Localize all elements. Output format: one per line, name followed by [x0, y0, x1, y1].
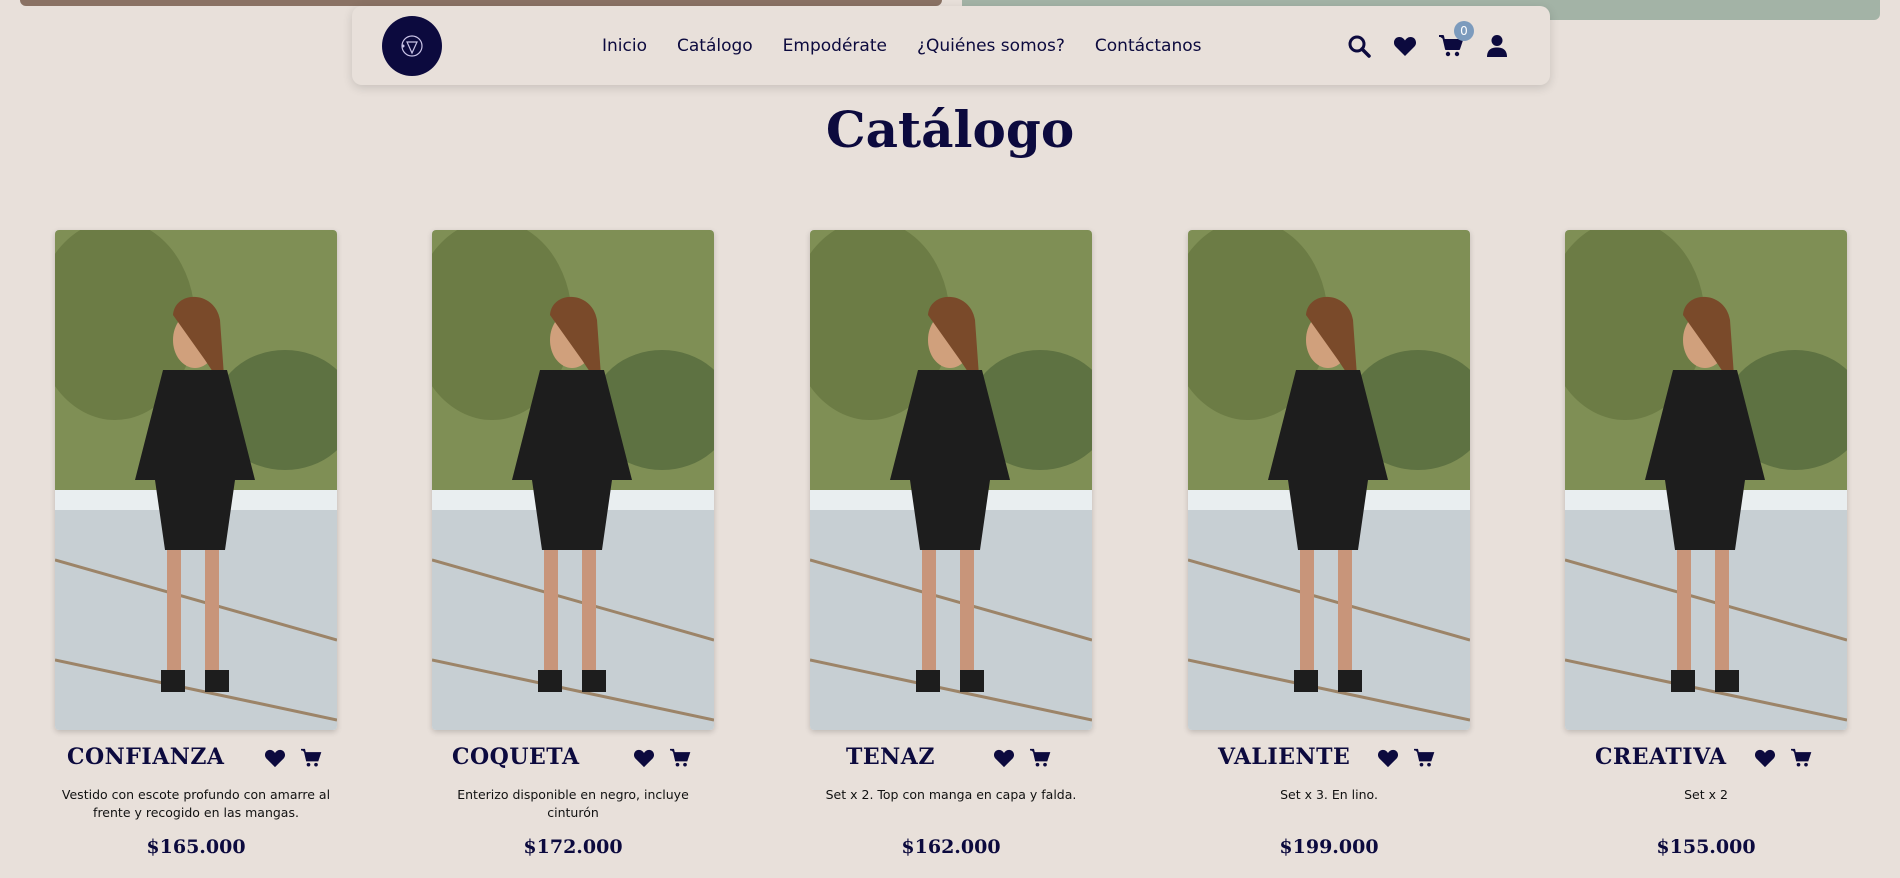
nav-link-empoderate[interactable]: Empodérate — [783, 36, 887, 56]
product-actions — [1376, 746, 1436, 770]
navbar: Inicio Catálogo Empodérate ¿Quiénes somo… — [352, 6, 1550, 85]
product-image[interactable] — [1188, 230, 1470, 730]
cart-icon[interactable] — [299, 746, 323, 770]
product-grid: CONFIANZA Vestido con escote profundo co… — [55, 230, 1847, 870]
product-image[interactable] — [432, 230, 714, 730]
product-image[interactable] — [1565, 230, 1847, 730]
nav-icons: 0 — [1346, 6, 1510, 85]
heart-icon[interactable] — [1753, 746, 1777, 770]
heart-icon[interactable] — [632, 746, 656, 770]
product-description: Set x 2 — [1684, 787, 1728, 802]
product-card: CREATIVA Set x 2 $155.000 — [1565, 230, 1847, 870]
product-price: $199.000 — [1279, 836, 1379, 858]
cart-icon[interactable] — [1028, 746, 1052, 770]
product-card: CONFIANZA Vestido con escote profundo co… — [55, 230, 337, 870]
nav-link-inicio[interactable]: Inicio — [602, 36, 647, 56]
product-name[interactable]: TENAZ — [846, 744, 935, 770]
product-price: $172.000 — [523, 836, 623, 858]
product-price: $155.000 — [1656, 836, 1756, 858]
product-card: VALIENTE Set x 3. En lino. $199.000 — [1188, 230, 1470, 870]
product-actions — [263, 746, 323, 770]
heart-icon[interactable] — [1376, 746, 1400, 770]
product-description: Vestido con escote profundo con amarre a… — [61, 787, 331, 820]
product-description: Set x 2. Top con manga en capa y falda. — [825, 787, 1077, 802]
product-card: COQUETA Enterizo disponible en negro, in… — [432, 230, 714, 870]
product-actions — [1753, 746, 1813, 770]
cart-count-badge: 0 — [1454, 20, 1474, 41]
nav-link-quienes-somos[interactable]: ¿Quiénes somos? — [917, 36, 1065, 56]
cart-icon[interactable]: 0 — [1438, 20, 1474, 59]
product-description: Set x 3. En lino. — [1280, 787, 1378, 802]
product-card: TENAZ Set x 2. Top con manga en capa y f… — [810, 230, 1092, 870]
heart-icon[interactable] — [1392, 33, 1418, 59]
main-nav: Inicio Catálogo Empodérate ¿Quiénes somo… — [602, 6, 1232, 85]
cart-icon[interactable] — [1412, 746, 1436, 770]
heart-icon[interactable] — [992, 746, 1016, 770]
product-actions — [632, 746, 692, 770]
cart-icon[interactable] — [1789, 746, 1813, 770]
product-actions — [992, 746, 1052, 770]
product-name[interactable]: CONFIANZA — [67, 744, 225, 770]
product-name[interactable]: VALIENTE — [1218, 744, 1350, 770]
logo[interactable] — [382, 16, 442, 76]
search-icon[interactable] — [1346, 33, 1372, 59]
product-name[interactable]: COQUETA — [452, 744, 580, 770]
nav-link-contactanos[interactable]: Contáctanos — [1095, 36, 1202, 56]
product-image[interactable] — [55, 230, 337, 730]
product-price: $165.000 — [146, 836, 246, 858]
logo-mark-icon — [401, 35, 423, 57]
cart-icon[interactable] — [668, 746, 692, 770]
page-title: Catálogo — [825, 100, 1075, 159]
nav-link-catalogo[interactable]: Catálogo — [677, 36, 753, 56]
heart-icon[interactable] — [263, 746, 287, 770]
product-description: Enterizo disponible en negro, incluye ci… — [457, 787, 689, 820]
product-image[interactable] — [810, 230, 1092, 730]
user-icon[interactable] — [1484, 33, 1510, 59]
product-price: $162.000 — [901, 836, 1001, 858]
product-name[interactable]: CREATIVA — [1595, 744, 1727, 770]
